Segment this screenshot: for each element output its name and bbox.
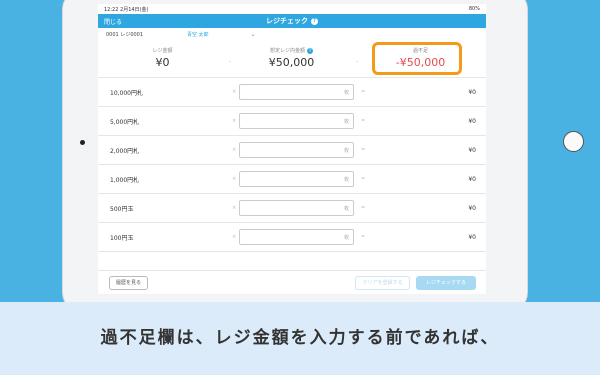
equals-sign: = bbox=[361, 89, 366, 95]
info-icon[interactable]: ? bbox=[307, 48, 313, 54]
view-history-button[interactable]: 履歴を見る bbox=[109, 276, 149, 290]
status-battery: 80% bbox=[468, 6, 480, 12]
table-row: 10,000円札 × 枚 = ¥0 bbox=[98, 78, 486, 107]
app-screen: 12:22 2月14日(金) 80% 閉じる レジチェック? 0001 レジ00… bbox=[98, 4, 486, 294]
caption-text: 過不足欄は、レジ金額を入力する前であれば、 bbox=[0, 302, 600, 375]
equals-sign: = bbox=[361, 147, 366, 153]
staff-name[interactable]: 青空 太郎 bbox=[187, 31, 209, 38]
register-amount-value: ¥0 bbox=[155, 56, 170, 69]
table-row: 2,000円札 × 枚 = ¥0 bbox=[98, 136, 486, 165]
nav-bar: 閉じる レジチェック? bbox=[98, 14, 486, 28]
status-left: 12:22 2月14日(金) bbox=[104, 6, 148, 13]
denomination-label: 2,000円札 bbox=[110, 147, 140, 155]
count-input[interactable]: 枚 bbox=[239, 113, 354, 129]
row-total: ¥0 bbox=[468, 175, 476, 183]
camera-dot bbox=[80, 140, 85, 145]
expected-amount-block: 想定レジ内金額? ¥50,000 bbox=[227, 41, 356, 69]
row-total: ¥0 bbox=[468, 233, 476, 241]
register-clear-button[interactable]: クリアを登録する bbox=[355, 276, 410, 290]
help-icon[interactable]: ? bbox=[311, 18, 318, 25]
equals-sign: = bbox=[361, 234, 366, 240]
multiply-sign: × bbox=[232, 118, 237, 124]
register-amount-label: レジ金額 bbox=[152, 48, 173, 54]
unit-label: 枚 bbox=[343, 177, 349, 183]
equals-sign: = bbox=[361, 205, 366, 211]
row-total: ¥0 bbox=[468, 204, 476, 212]
equals-sign: = bbox=[361, 176, 366, 182]
page-title-text: レジチェック bbox=[266, 17, 308, 25]
footer-bar: 履歴を見る クリアを登録する レジチェックする bbox=[98, 270, 486, 294]
denomination-label: 1,000円札 bbox=[110, 176, 140, 184]
expected-amount-label: 想定レジ内金額 bbox=[269, 48, 305, 54]
multiply-sign: × bbox=[232, 234, 237, 240]
denomination-label: 10,000円札 bbox=[110, 89, 143, 97]
close-button[interactable]: 閉じる bbox=[104, 17, 122, 26]
status-time: 12:22 bbox=[104, 6, 119, 13]
denomination-label: 500円玉 bbox=[110, 205, 134, 213]
register-check-button[interactable]: レジチェックする bbox=[416, 276, 476, 290]
register-selector-bar: 0001 レジ0001 青空 太郎 ⌄ bbox=[98, 28, 486, 41]
unit-label: 枚 bbox=[343, 119, 349, 125]
expected-amount-value: ¥50,000 bbox=[268, 56, 315, 69]
denomination-label: 5,000円札 bbox=[110, 118, 140, 126]
row-total: ¥0 bbox=[468, 117, 476, 125]
status-date: 2月14日(金) bbox=[120, 6, 149, 13]
unit-label: 枚 bbox=[343, 235, 349, 241]
count-input[interactable]: 枚 bbox=[239, 142, 354, 158]
difference-highlight-box bbox=[372, 42, 462, 75]
expected-amount-label-row: 想定レジ内金額? bbox=[227, 47, 356, 54]
multiply-sign: × bbox=[232, 205, 237, 211]
denomination-label: 100円玉 bbox=[110, 234, 134, 242]
unit-label: 枚 bbox=[343, 148, 349, 154]
home-button[interactable] bbox=[563, 131, 584, 152]
row-total: ¥0 bbox=[468, 88, 476, 96]
summary-panel: レジ金額 ¥0 - 想定レジ内金額? ¥50,000 - 過不足 -¥50,00… bbox=[98, 41, 486, 77]
count-input[interactable]: 枚 bbox=[239, 171, 354, 187]
table-row: 5,000円札 × 枚 = ¥0 bbox=[98, 107, 486, 136]
multiply-sign: × bbox=[232, 89, 237, 95]
chevron-down-icon[interactable]: ⌄ bbox=[251, 31, 256, 38]
count-input[interactable]: 枚 bbox=[239, 229, 354, 245]
row-total: ¥0 bbox=[468, 146, 476, 154]
table-row: 100円玉 × 枚 = ¥0 bbox=[98, 223, 486, 252]
count-input[interactable]: 枚 bbox=[239, 200, 354, 216]
multiply-sign: × bbox=[232, 176, 237, 182]
register-amount-block: レジ金額 ¥0 bbox=[98, 41, 227, 69]
summary-separator: - bbox=[229, 58, 232, 65]
unit-label: 枚 bbox=[343, 90, 349, 96]
multiply-sign: × bbox=[232, 147, 237, 153]
unit-label: 枚 bbox=[343, 206, 349, 212]
equals-sign: = bbox=[361, 118, 366, 124]
status-bar: 12:22 2月14日(金) 80% bbox=[98, 4, 486, 14]
register-name[interactable]: 0001 レジ0001 bbox=[106, 31, 143, 38]
table-row: 1,000円札 × 枚 = ¥0 bbox=[98, 165, 486, 194]
count-input[interactable]: 枚 bbox=[239, 84, 354, 100]
summary-separator: - bbox=[356, 58, 359, 65]
page-title: レジチェック? bbox=[98, 16, 486, 26]
table-row: 500円玉 × 枚 = ¥0 bbox=[98, 194, 486, 223]
denomination-list: 10,000円札 × 枚 = ¥0 5,000円札 × 枚 = ¥0 2,000… bbox=[98, 77, 486, 252]
